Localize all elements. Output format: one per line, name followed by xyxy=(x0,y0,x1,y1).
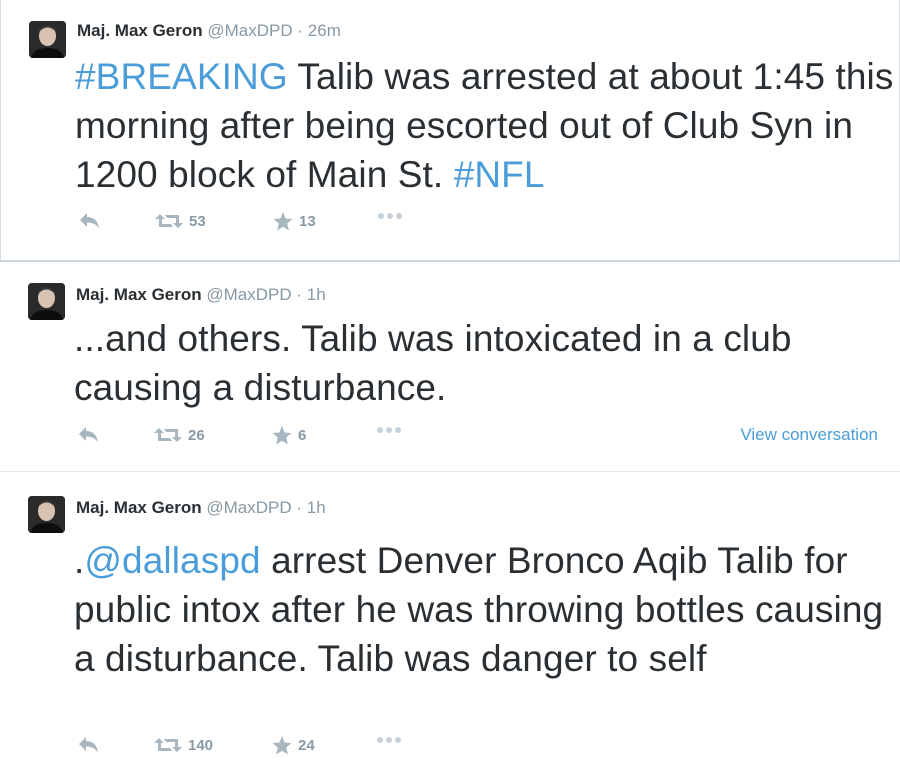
more-button[interactable] xyxy=(376,736,402,744)
tweet-text: ...and others. Talib was intoxicated in … xyxy=(74,314,894,412)
star-icon xyxy=(273,212,293,231)
reply-button[interactable] xyxy=(78,426,100,444)
tweet-text: .@dallaspd arrest Denver Bronco Aqib Tal… xyxy=(74,536,894,683)
more-button[interactable] xyxy=(376,426,402,434)
tweet-header: Maj. Max Geron @MaxDPD · 26m xyxy=(77,21,341,41)
mention-link[interactable]: @dallaspd xyxy=(84,540,260,581)
tweet[interactable]: Maj. Max Geron @MaxDPD · 1h .@dallaspd a… xyxy=(0,472,900,784)
more-button[interactable] xyxy=(377,212,403,220)
text-segment: . xyxy=(74,540,85,581)
separator: · xyxy=(297,21,304,40)
star-icon xyxy=(272,736,292,755)
separator: · xyxy=(296,498,303,517)
tweet-text: #BREAKING Talib was arrested at about 1:… xyxy=(75,52,895,199)
tweet-actions: 140 24 xyxy=(76,736,896,762)
author-handle[interactable]: @MaxDPD xyxy=(207,21,292,40)
avatar-image xyxy=(29,21,66,58)
timestamp[interactable]: 1h xyxy=(307,498,326,517)
reply-button[interactable] xyxy=(79,212,101,230)
timestamp[interactable]: 1h xyxy=(307,285,326,304)
avatar[interactable] xyxy=(29,21,66,58)
tweet-actions: 26 6 View conversation xyxy=(76,425,896,452)
avatar-image xyxy=(28,283,65,320)
retweet-count: 26 xyxy=(188,426,205,444)
reply-icon xyxy=(79,737,98,752)
more-icon xyxy=(378,213,402,219)
separator: · xyxy=(296,285,303,304)
hashtag-link[interactable]: #BREAKING xyxy=(75,56,288,97)
tweet[interactable]: Maj. Max Geron @MaxDPD · 1h ...and other… xyxy=(0,262,900,472)
more-icon xyxy=(377,427,401,433)
text-segment: ...and others. Talib was intoxicated in … xyxy=(74,318,792,408)
retweet-icon xyxy=(154,428,182,442)
hashtag-link[interactable]: #NFL xyxy=(454,154,545,195)
retweet-icon xyxy=(155,214,183,228)
retweet-count: 140 xyxy=(188,736,214,754)
tweet-header: Maj. Max Geron @MaxDPD · 1h xyxy=(76,285,326,305)
author-name[interactable]: Maj. Max Geron xyxy=(76,498,202,517)
more-icon xyxy=(377,737,401,743)
author-handle[interactable]: @MaxDPD xyxy=(206,285,291,304)
tweet[interactable]: Maj. Max Geron @MaxDPD · 26m #BREAKING T… xyxy=(0,0,900,262)
favorite-count: 6 xyxy=(298,427,307,444)
retweet-icon xyxy=(154,738,182,752)
author-name[interactable]: Maj. Max Geron xyxy=(77,21,203,40)
timestamp[interactable]: 26m xyxy=(308,21,341,40)
tweet-actions: 53 13 xyxy=(77,212,897,238)
retweet-button[interactable]: 140 xyxy=(154,736,213,754)
favorite-count: 24 xyxy=(298,737,315,754)
retweet-count: 53 xyxy=(189,212,206,230)
reply-icon xyxy=(79,427,98,442)
tweet-timeline: Maj. Max Geron @MaxDPD · 26m #BREAKING T… xyxy=(0,0,900,784)
favorite-button[interactable]: 13 xyxy=(273,212,316,231)
avatar[interactable] xyxy=(28,283,65,320)
favorite-button[interactable]: 24 xyxy=(272,736,315,755)
avatar[interactable] xyxy=(28,496,65,533)
star-icon xyxy=(272,426,292,445)
avatar-image xyxy=(28,496,65,533)
retweet-button[interactable]: 26 xyxy=(154,426,205,444)
author-name[interactable]: Maj. Max Geron xyxy=(76,285,202,304)
view-conversation-link[interactable]: View conversation xyxy=(740,425,878,445)
tweet-header: Maj. Max Geron @MaxDPD · 1h xyxy=(76,498,326,518)
author-handle[interactable]: @MaxDPD xyxy=(206,498,291,517)
retweet-button[interactable]: 53 xyxy=(155,212,206,230)
favorite-count: 13 xyxy=(299,213,316,230)
reply-icon xyxy=(80,213,99,228)
reply-button[interactable] xyxy=(78,736,100,754)
favorite-button[interactable]: 6 xyxy=(272,426,306,445)
